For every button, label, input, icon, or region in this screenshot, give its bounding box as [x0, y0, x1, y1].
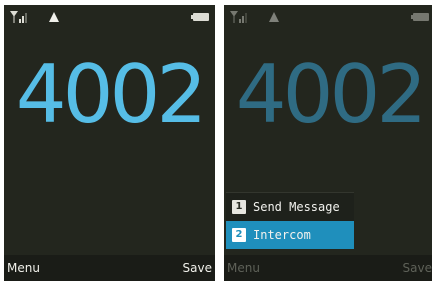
dialed-number: 4002 — [235, 48, 428, 141]
menu-item-intercom[interactable]: 2 Intercom — [226, 221, 354, 249]
menu-item-number: 1 — [232, 200, 246, 214]
battery-icon — [411, 13, 429, 21]
softkey-bar: Menu Save — [224, 255, 432, 281]
phone-screen-idle: 4002 Menu Save — [4, 5, 215, 281]
battery-icon — [191, 13, 209, 21]
save-softkey[interactable]: Save — [183, 261, 212, 275]
status-bar — [224, 5, 432, 29]
softkey-bar: Menu Save — [4, 255, 215, 281]
menu-softkey[interactable]: Menu — [7, 261, 40, 275]
options-menu: 1 Send Message 2 Intercom — [226, 192, 354, 249]
alert-icon — [269, 12, 279, 22]
signal-icon — [10, 11, 27, 23]
menu-item-label: Send Message — [253, 200, 340, 214]
menu-softkey[interactable]: Menu — [227, 261, 260, 275]
menu-item-number: 2 — [232, 228, 246, 242]
phone-screen-menu: 4002 1 Send Message 2 Intercom Menu Save — [224, 5, 432, 281]
save-softkey[interactable]: Save — [403, 261, 432, 275]
signal-icon — [230, 11, 247, 23]
menu-item-label: Intercom — [253, 228, 311, 242]
alert-icon — [49, 12, 59, 22]
menu-item-send-message[interactable]: 1 Send Message — [226, 193, 354, 221]
status-bar — [4, 5, 215, 29]
dialed-number: 4002 — [15, 48, 208, 141]
